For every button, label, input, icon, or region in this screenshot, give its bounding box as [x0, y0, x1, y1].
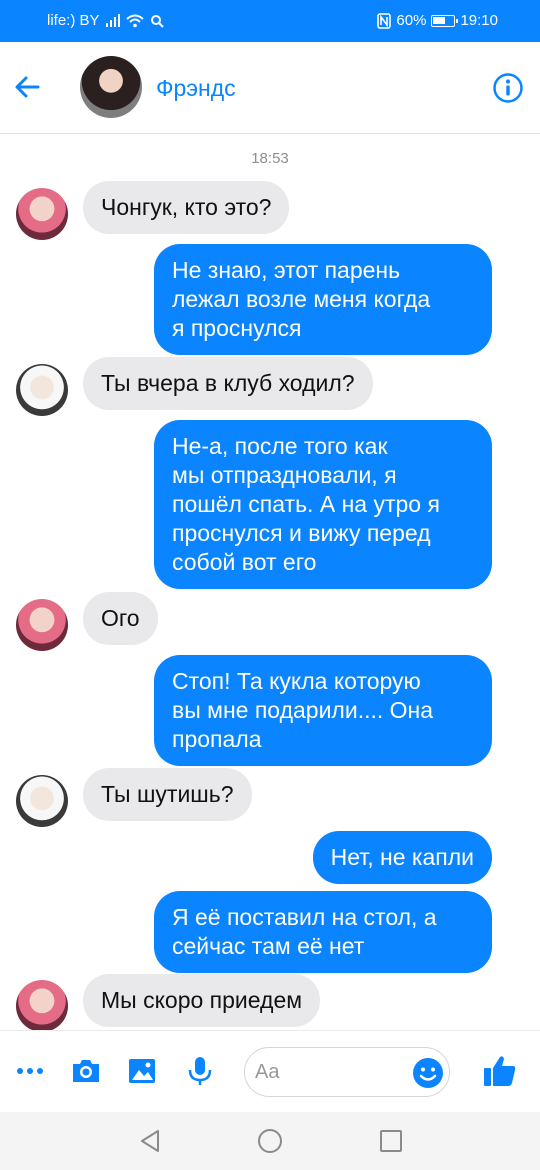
message-timestamp: 18:53 [251, 150, 289, 167]
outgoing-message: Не-а, после того как мы отпраздновали, я… [154, 420, 492, 589]
wifi-icon [125, 14, 144, 27]
clock: 19:10 [460, 12, 498, 29]
outgoing-message: Нет, не капли [312, 831, 492, 884]
camera-icon[interactable] [70, 1055, 102, 1087]
message-line: вы мне подарили.... Она [172, 697, 434, 723]
message-line: Не знаю, этот парень [172, 257, 401, 283]
image-icon[interactable] [126, 1055, 158, 1087]
message-line: Нет, не капли [330, 844, 474, 870]
microphone-icon[interactable] [184, 1055, 216, 1087]
sender-avatar[interactable] [16, 775, 68, 827]
carrier-label: life:) BY [47, 12, 100, 29]
home-nav-icon[interactable] [257, 1128, 283, 1154]
outgoing-message: Не знаю, этот парень лежал возле меня ко… [154, 244, 492, 355]
incoming-message: Мы скоро приедем [83, 974, 321, 1027]
message-composer [0, 1030, 540, 1112]
battery-percent: 60% [396, 12, 427, 29]
incoming-message: Ты шутишь? [83, 768, 252, 821]
emoji-icon[interactable] [412, 1057, 444, 1089]
incoming-message: Ого [83, 592, 158, 645]
system-nav-bar [0, 1112, 540, 1170]
recents-nav-icon[interactable] [378, 1128, 404, 1154]
message-line: проснулся и вижу перед [172, 520, 431, 546]
message-line: сейчас там её нет [172, 933, 365, 959]
status-bar: life:) BY 60% 19:10 [0, 0, 540, 42]
nfc-icon [377, 12, 392, 29]
message-line: пропала [172, 726, 262, 752]
message-line: Стоп! Та кукла которую [172, 668, 421, 694]
group-avatar[interactable] [80, 56, 142, 118]
incoming-message: Чонгук, кто это? [83, 181, 290, 234]
signal-icon [105, 14, 120, 27]
battery-icon [431, 14, 459, 27]
status-right: 60% 19:10 [377, 12, 498, 29]
search-icon [150, 14, 164, 28]
message-line: мы отпраздновали, я [172, 462, 397, 488]
sender-avatar[interactable] [16, 364, 68, 416]
message-line: Не-а, после того как [172, 433, 388, 459]
chat-title[interactable]: Фрэндс [156, 75, 236, 102]
incoming-message: Ты вчера в клуб ходил? [83, 357, 373, 410]
message-list: 18:53 Чонгук, кто это? Не знаю, этот пар… [0, 134, 540, 1032]
message-line: лежал возле меня когда [172, 286, 431, 312]
arrow-left-icon[interactable] [10, 70, 44, 104]
thumbs-up-icon[interactable] [482, 1053, 518, 1089]
message-line: пошёл спать. А на утро я [172, 491, 440, 517]
outgoing-message: Стоп! Та кукла которую вы мне подарили..… [154, 655, 492, 766]
more-dots-icon[interactable] [14, 1055, 46, 1087]
outgoing-message: Я её поставил на стол, а сейчас там её н… [154, 891, 492, 973]
message-line: собой вот его [172, 549, 317, 575]
message-line: я проснулся [172, 315, 302, 341]
sender-avatar[interactable] [16, 599, 68, 651]
info-icon[interactable] [492, 72, 524, 104]
status-left: life:) BY [47, 12, 164, 29]
chat-header: Фрэндс [0, 42, 540, 134]
message-line: Я её поставил на стол, а [172, 904, 437, 930]
sender-avatar[interactable] [16, 980, 68, 1032]
back-nav-icon[interactable] [138, 1128, 164, 1154]
sender-avatar[interactable] [16, 188, 68, 240]
